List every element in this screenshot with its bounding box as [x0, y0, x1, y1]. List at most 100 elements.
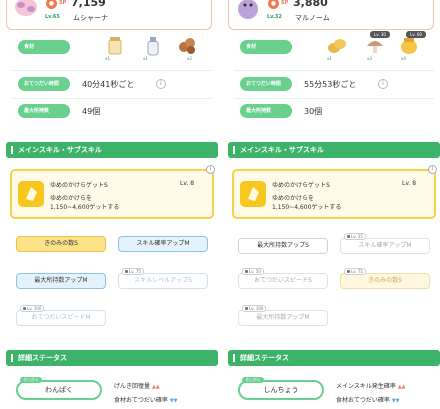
section-bar [11, 354, 13, 362]
sub-skill-1[interactable]: きのみの数S [16, 236, 106, 252]
unlock-level: Lv. 75 [351, 269, 363, 274]
main-skill-card[interactable]: ゆめのかけらゲットS Lv. 8 ゆめのかけらを 1,150~4,600ゲットす… [232, 169, 436, 219]
skills-section-header: メインスキル・サブスキル [228, 142, 440, 158]
sub-skill-5[interactable]: 最大所持数アップM [238, 310, 328, 326]
sp-value: 3,880 [293, 0, 328, 9]
unlock-level-badge: Lv. 50 [242, 268, 264, 275]
unlock-level: Lv. 100 [27, 306, 42, 311]
main-skill-description: ゆめのかけらを 1,150~4,600ゲットする [50, 194, 200, 212]
lock-icon [23, 307, 26, 310]
down-arrows-icon: ▼▼ [391, 398, 400, 404]
unlock-level: Lv. 100 [249, 306, 264, 311]
info-icon[interactable]: i [156, 79, 166, 89]
ingredient-count: x4 [400, 56, 407, 61]
sp-icon: ● [268, 0, 279, 9]
info-icon[interactable]: i [428, 165, 437, 174]
ingredients-tag: 食材 [18, 40, 70, 54]
sub-skill-3[interactable]: 最大所持数アップM [16, 273, 106, 289]
help-time-tag: おてつだい時間 [18, 77, 70, 91]
sub-skill-1[interactable]: 最大所持数アップS [238, 238, 328, 254]
milk-bottle-icon [147, 37, 159, 56]
ingredient-slot-3[interactable]: x2 [176, 34, 198, 61]
level-label: Lv.65 [45, 14, 60, 20]
sp-label: SP [59, 0, 67, 6]
main-skill-card[interactable]: ゆめのかけらゲットS Lv. 8 ゆめのかけらを 1,150~4,600ゲットす… [10, 169, 214, 219]
main-skill-name: ゆめのかけらゲットS [50, 182, 108, 189]
nature-effect-down: 食材おてつだい確率 ▼▼ [336, 395, 400, 404]
ingredient-slot-2[interactable]: x1 [142, 34, 164, 61]
effect-label: 食材おてつだい確率 [114, 397, 168, 404]
sub-skill-4[interactable]: スキルレベルアップS [118, 273, 208, 289]
ingredients-tag: 食材 [240, 40, 292, 54]
up-arrows-icon: ▲▲ [151, 384, 160, 390]
ingredient-slot-1[interactable]: x1 [104, 34, 126, 61]
max-carry-value: 30個 [304, 107, 323, 116]
unlock-level: Lv. 50 [249, 269, 261, 274]
dream-shard-icon [240, 181, 266, 207]
pokemon-header-card[interactable]: ● SP 7,159 Lv.65 ムシャーナ [6, 0, 212, 30]
section-title: メインスキル・サブスキル [18, 146, 102, 154]
pokemon-detail-panel-left: ● SP 7,159 Lv.65 ムシャーナ 食材 x1 x1 x2 おてつだい… [6, 0, 218, 409]
jar-icon [108, 37, 122, 55]
down-arrows-icon: ▼▼ [169, 398, 178, 404]
help-time-tag: おてつだい時間 [240, 77, 292, 91]
up-arrows-icon: ▲▲ [397, 384, 406, 390]
divider [234, 98, 434, 99]
desc-line: ゆめのかけらを [50, 195, 93, 202]
info-icon[interactable]: i [378, 79, 388, 89]
main-skill-name: ゆめのかけらゲットS [272, 182, 330, 189]
ingredient-count: x1 [326, 56, 333, 61]
unlock-level-badge: Lv. 75 [122, 268, 144, 275]
dream-shard-icon [18, 181, 44, 207]
unlock-level: Lv. 75 [129, 269, 141, 274]
sub-skill-2[interactable]: スキル確率アップM [340, 238, 430, 254]
lock-icon [347, 235, 350, 238]
desc-line: 1,150~4,600ゲットする [272, 204, 342, 211]
help-time-value: 40分41秒ごと [82, 80, 135, 89]
lock-icon [125, 270, 128, 273]
sp-label: SP [281, 0, 289, 6]
sub-skill-4[interactable]: きのみの数S [340, 273, 430, 289]
pokemon-name: マルノーム [295, 14, 330, 22]
ingredient-count: x1 [104, 56, 111, 61]
status-section-header: 詳細ステータス [6, 350, 218, 366]
pokemon-header-card[interactable]: ● SP 3,880 Lv.32 マルノーム [228, 0, 434, 30]
unlock-level: Lv. 25 [351, 234, 363, 239]
nature-tag: せいかく [20, 377, 42, 383]
sub-skill-3[interactable]: おてつだいスピードS [238, 273, 328, 289]
effect-label: げんき回復量 [114, 383, 151, 390]
desc-line: 1,150~4,600ゲットする [50, 204, 120, 211]
nature-effect-up: げんき回復量 ▲▲ [114, 381, 160, 390]
sub-skill-5[interactable]: おてつだいスピードM [16, 310, 106, 326]
sub-skill-2[interactable]: スキル確率アップM [118, 236, 208, 252]
section-bar [11, 146, 13, 154]
nature-box[interactable]: しんちょう [238, 380, 324, 400]
nature-box[interactable]: わんぱく [16, 380, 102, 400]
max-carry-tag: 最大所持数 [240, 104, 292, 118]
info-icon[interactable]: i [206, 165, 215, 174]
divider [12, 70, 212, 71]
section-title: 詳細ステータス [240, 354, 289, 362]
musharna-sprite-icon [15, 0, 37, 16]
ingredient-slot-1[interactable]: x1 [326, 34, 348, 61]
pokemon-name: ムシャーナ [73, 14, 108, 22]
nature-effect-down: 食材おてつだい確率 ▼▼ [114, 395, 178, 404]
unlock-level-badge: Lv. 60 [406, 31, 426, 38]
section-title: メインスキル・サブスキル [240, 146, 324, 154]
ingredient-count: x1 [142, 56, 149, 61]
lock-icon [245, 270, 248, 273]
main-skill-description: ゆめのかけらを 1,150~4,600ゲットする [272, 194, 422, 212]
level-label: Lv.32 [267, 14, 282, 20]
unlock-level-badge: Lv. 75 [344, 268, 366, 275]
section-bar [233, 146, 235, 154]
divider [12, 98, 212, 99]
desc-line: ゆめのかけらを [272, 195, 315, 202]
lock-icon [347, 270, 350, 273]
pokemon-detail-panel-right: ● SP 3,880 Lv.32 マルノーム 食材 x1 x3 Lv. 30 x… [228, 0, 440, 409]
lock-icon [245, 307, 248, 310]
ingredient-count: x3 [366, 56, 373, 61]
divider [234, 70, 434, 71]
help-time-value: 55分53秒ごと [304, 80, 357, 89]
unlock-level-badge: Lv. 100 [20, 305, 45, 312]
sp-icon: ● [46, 0, 57, 9]
